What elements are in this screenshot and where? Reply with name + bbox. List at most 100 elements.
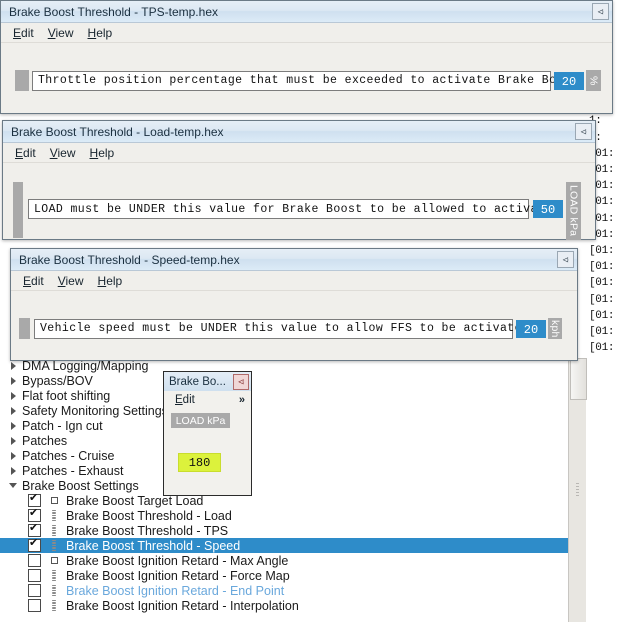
- mini-window-title: Brake Bo...: [169, 375, 226, 388]
- checkbox[interactable]: [28, 584, 41, 597]
- tree-group-row[interactable]: Patches - Exhaust: [0, 463, 568, 478]
- tree-group-row[interactable]: Patches - Cruise: [0, 448, 568, 463]
- tree-group-label: Flat foot shifting: [22, 388, 111, 403]
- window-body-speed: Vehicle speed must be UNDER this value t…: [11, 291, 577, 360]
- menu-edit-speed[interactable]: Edit: [23, 274, 44, 288]
- mini-window-menubar[interactable]: Edit »: [164, 391, 251, 409]
- menu-view-load[interactable]: View: [50, 146, 76, 160]
- chevron-right-icon[interactable]: [6, 436, 20, 445]
- unit-label-tps: %: [586, 70, 601, 91]
- map-table-icon: [48, 509, 60, 522]
- menu-edit-tps[interactable]: Edit: [13, 26, 34, 40]
- tree-item-row[interactable]: Brake Boost Ignition Retard - Interpolat…: [0, 598, 568, 613]
- unit-label-speed: kph: [548, 318, 562, 339]
- menubar-load[interactable]: Edit View Help: [3, 143, 595, 163]
- tree-item-label: Brake Boost Threshold - Speed: [66, 538, 241, 553]
- tree-item-row[interactable]: Brake Boost Threshold - Load: [0, 507, 568, 523]
- mini-window-titlebar[interactable]: Brake Bo... ⏿: [164, 372, 251, 391]
- tree-group-label: Patch - Ign cut: [22, 418, 103, 433]
- close-icon[interactable]: ⏿: [575, 123, 592, 140]
- chevron-right-icon[interactable]: [6, 391, 20, 400]
- tree-item-row[interactable]: Brake Boost Target Load: [0, 492, 568, 508]
- tree-item-row[interactable]: Brake Boost Ignition Retard - Force Map: [0, 568, 568, 583]
- close-icon[interactable]: ⏿: [233, 373, 249, 390]
- window-brake-boost-threshold-speed[interactable]: Brake Boost Threshold - Speed-temp.hex ⏿…: [10, 248, 578, 361]
- tree-item-label: Brake Boost Ignition Retard - End Point: [66, 583, 285, 598]
- row-header-tps[interactable]: [15, 70, 29, 91]
- parameter-tree-panel: DMA Logging/Mapping Bypass/BOV Flat foot s…: [0, 358, 618, 622]
- value-cell-load[interactable]: 50: [533, 200, 563, 218]
- description-field-speed[interactable]: Vehicle speed must be UNDER this value t…: [34, 318, 536, 339]
- description-field-tps[interactable]: Throttle position percentage that must b…: [32, 70, 585, 91]
- window-titlebar-tps[interactable]: Brake Boost Threshold - TPS-temp.hex ⏿: [1, 1, 612, 23]
- chevron-right-icon[interactable]: [6, 361, 20, 370]
- checkbox[interactable]: [28, 507, 41, 522]
- checkbox[interactable]: [28, 522, 41, 537]
- value-cell-tps[interactable]: 20: [554, 71, 584, 90]
- chevron-overflow-icon[interactable]: »: [239, 394, 245, 406]
- map-table-icon: [48, 569, 60, 582]
- window-brake-boost-mini[interactable]: Brake Bo... ⏿ Edit » LOAD kPa 180: [163, 371, 252, 496]
- mini-menu-edit[interactable]: Edit: [175, 394, 195, 406]
- checkbox[interactable]: [28, 569, 41, 582]
- chevron-right-icon[interactable]: [6, 376, 20, 385]
- checkbox[interactable]: [28, 492, 41, 507]
- window-titlebar-speed[interactable]: Brake Boost Threshold - Speed-temp.hex ⏿: [11, 249, 577, 271]
- value-cell-speed[interactable]: 20: [516, 319, 546, 338]
- checkbox[interactable]: [28, 599, 41, 612]
- tree-group-row[interactable]: Patch - Ign cut: [0, 418, 568, 433]
- menubar-speed[interactable]: Edit View Help: [11, 271, 577, 291]
- close-icon[interactable]: ⏿: [557, 251, 574, 268]
- window-brake-boost-threshold-load[interactable]: Brake Boost Threshold - Load-temp.hex ⏿ …: [2, 120, 596, 240]
- menu-edit-load[interactable]: Edit: [15, 146, 36, 160]
- checkbox[interactable]: [28, 537, 41, 552]
- chevron-right-icon[interactable]: [6, 451, 20, 460]
- tree-vertical-scrollbar[interactable]: [568, 358, 587, 622]
- tree-item-label: Brake Boost Ignition Retard - Force Map: [66, 568, 290, 583]
- menu-help-load[interactable]: Help: [90, 146, 115, 160]
- row-header-load[interactable]: [13, 182, 23, 238]
- tree-item-label: Brake Boost Ignition Retard - Interpolat…: [66, 598, 299, 613]
- tree-group-label: Safety Monitoring Settings: [22, 403, 168, 418]
- row-header-speed[interactable]: [19, 318, 30, 339]
- tree-item-row[interactable]: Brake Boost Threshold - Speed: [0, 537, 568, 553]
- menu-view-tps[interactable]: View: [48, 26, 74, 40]
- single-value-icon: [48, 497, 60, 504]
- tree-group-label: Patches - Exhaust: [22, 463, 124, 478]
- tree-group-row[interactable]: Bypass/BOV: [0, 373, 568, 388]
- tree-group-row[interactable]: Flat foot shifting: [0, 388, 568, 403]
- tree-group-row[interactable]: Patches: [0, 433, 568, 448]
- close-icon[interactable]: ⏿: [592, 3, 609, 20]
- tree-group-label: Brake Boost Settings: [22, 478, 139, 493]
- window-body-tps: Throttle position percentage that must b…: [1, 43, 612, 113]
- tree-group-row[interactable]: Brake Boost Settings: [0, 478, 568, 493]
- tree-item-label: Brake Boost Threshold - TPS: [66, 523, 229, 538]
- chevron-right-icon[interactable]: [6, 406, 20, 415]
- window-title-tps: Brake Boost Threshold - TPS-temp.hex: [9, 4, 218, 19]
- menu-help-speed[interactable]: Help: [98, 274, 123, 288]
- map-table-icon: [48, 599, 60, 612]
- chevron-right-icon[interactable]: [6, 466, 20, 475]
- mini-value-cell[interactable]: 180: [178, 453, 221, 472]
- chevron-down-icon[interactable]: [6, 483, 20, 488]
- window-titlebar-load[interactable]: Brake Boost Threshold - Load-temp.hex ⏿: [3, 121, 595, 143]
- mini-window-body: LOAD kPa 180: [164, 409, 251, 495]
- description-field-load[interactable]: LOAD must be UNDER this value for Brake …: [28, 199, 559, 219]
- parameter-tree[interactable]: DMA Logging/Mapping Bypass/BOV Flat foot s…: [0, 358, 568, 622]
- menu-help-tps[interactable]: Help: [88, 26, 113, 40]
- window-brake-boost-threshold-tps[interactable]: Brake Boost Threshold - TPS-temp.hex ⏿ E…: [0, 0, 613, 114]
- tree-group-row[interactable]: Safety Monitoring Settings: [0, 403, 568, 418]
- tree-scrollbar-thumb[interactable]: [570, 358, 587, 400]
- tree-item-row[interactable]: Brake Boost Ignition Retard - End Point: [0, 583, 568, 598]
- tree-group-label: Patches - Cruise: [22, 448, 115, 463]
- chevron-right-icon[interactable]: [6, 421, 20, 430]
- tree-item-row[interactable]: Brake Boost Threshold - TPS: [0, 522, 568, 538]
- menubar-tps[interactable]: Edit View Help: [1, 23, 612, 43]
- map-table-icon: [48, 539, 60, 552]
- unit-label-load: LOAD kPa: [566, 182, 581, 240]
- checkbox[interactable]: [28, 554, 41, 567]
- tree-item-row[interactable]: Brake Boost Ignition Retard - Max Angle: [0, 553, 568, 568]
- tree-group-label: Bypass/BOV: [22, 373, 93, 388]
- mini-column-header[interactable]: LOAD kPa: [171, 413, 230, 428]
- menu-view-speed[interactable]: View: [58, 274, 84, 288]
